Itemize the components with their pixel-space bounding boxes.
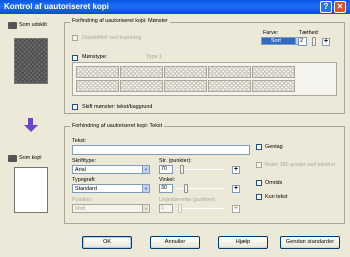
color-label: Farve: (263, 30, 279, 36)
text-only-label: Kun tekst (265, 194, 288, 200)
size-increase-button[interactable]: + (232, 166, 240, 174)
pattern-swatch-3[interactable] (164, 66, 207, 78)
angle-input[interactable]: 30 (159, 184, 173, 193)
printer-icon (8, 22, 17, 29)
pattern-type-label: Mønstype: (82, 54, 108, 60)
title-bar[interactable]: Kontrol af uautoriseret kopi (0, 0, 350, 14)
style-value: Standard (75, 186, 97, 192)
pattern-type-name: Type 1 (146, 54, 163, 60)
density-label: Tæthed: (299, 30, 320, 36)
copy-preview-label: Som kopi (19, 155, 42, 161)
original-preview (14, 38, 48, 84)
font-label: Skrifttype: (72, 158, 96, 164)
copy-preview-header: Som kopi (8, 154, 54, 165)
outline-size-slider-thumb[interactable] (178, 204, 182, 213)
position-label: Position: (72, 197, 93, 203)
pattern-swatch-8[interactable] (164, 80, 207, 92)
outline-size-label: Linjestørrelse (punkter): (159, 197, 216, 203)
angle-slider-thumb[interactable] (184, 184, 188, 193)
pattern-swatch-4[interactable] (208, 66, 251, 78)
size-slider-thumb[interactable] (180, 165, 184, 174)
density-input[interactable]: 2 (298, 37, 307, 46)
color-value: Sort (262, 38, 296, 44)
pattern-swatch-10[interactable] (252, 80, 295, 92)
chevron-down-icon[interactable]: ▼ (142, 205, 149, 212)
pattern-swatch-5[interactable] (252, 66, 295, 78)
original-preview-label: Som udskilt (19, 22, 47, 28)
close-button[interactable]: ✕ (334, 1, 346, 13)
color-select[interactable]: Sort ▼ (261, 37, 303, 45)
outline-size-input[interactable]: 1 (159, 204, 173, 213)
text-input[interactable] (72, 145, 250, 155)
help-button[interactable]: Hjælp (218, 236, 268, 249)
density-slider-thumb[interactable] (312, 37, 316, 46)
swap-pattern-checkbox[interactable] (72, 104, 78, 110)
restore-defaults-button[interactable]: Gendan standarder (280, 236, 340, 249)
down-arrow-icon (24, 118, 38, 132)
help-title-button[interactable]: ? (320, 1, 332, 13)
position-select[interactable]: Midt ▼ (72, 204, 150, 213)
chevron-down-icon[interactable]: ▼ (142, 185, 149, 192)
style-label: Typografi: (72, 177, 96, 183)
pattern-swatch-2[interactable] (120, 66, 163, 78)
pattern-swatch-7[interactable] (120, 80, 163, 92)
angle-label: Vinkel: (159, 177, 176, 183)
style-select[interactable]: Standard ▼ (72, 184, 150, 193)
pattern-swatch-1[interactable] (76, 66, 119, 78)
cancel-button[interactable]: Annuller (150, 236, 200, 249)
copy-preview (14, 167, 48, 213)
text-only-checkbox[interactable] (256, 194, 262, 200)
rotate-checkbox[interactable] (256, 162, 262, 168)
outline-label: Omrids (265, 180, 283, 186)
chevron-down-icon[interactable]: ▼ (142, 166, 149, 173)
repeat-label: Gentag (265, 144, 283, 150)
outline-size-slider-track[interactable] (176, 208, 224, 209)
original-preview-header: Som udskilt (8, 21, 54, 32)
copier-icon (8, 155, 17, 162)
pattern-type-checkbox[interactable] (72, 55, 78, 61)
density-increase-button[interactable]: + (322, 38, 330, 46)
rotate-label: Roter 180 grader ved tekstrul (265, 162, 335, 168)
swap-pattern-label: Skift mønster: tekst/baggrund (82, 104, 153, 110)
text-group-legend: Forhindring af uautoriseret kopi: Tekst (70, 122, 165, 130)
pattern-swatch-6[interactable] (76, 80, 119, 92)
size-input[interactable]: 70 (159, 165, 173, 174)
font-select[interactable]: Arial ▼ (72, 165, 150, 174)
size-label: Str. (punkter): (159, 158, 192, 164)
angle-increase-button[interactable]: + (232, 185, 240, 193)
outline-size-increase-button[interactable]: + (232, 205, 240, 213)
datafield-label: Datafeltfelt ved kopiering (82, 35, 142, 41)
datafield-checkbox[interactable] (72, 35, 78, 41)
pattern-group-legend: Forfindring af uautoriseret kopi: Mønste… (70, 17, 170, 25)
repeat-checkbox[interactable] (256, 144, 262, 150)
outline-checkbox[interactable] (256, 180, 262, 186)
position-value: Midt (75, 206, 86, 212)
font-value: Arial (75, 167, 86, 173)
pattern-swatch-9[interactable] (208, 80, 251, 92)
window-title: Kontrol af uautoriseret kopi (4, 2, 109, 11)
text-label: Tekst: (72, 138, 87, 144)
ok-button[interactable]: OK (82, 236, 132, 249)
